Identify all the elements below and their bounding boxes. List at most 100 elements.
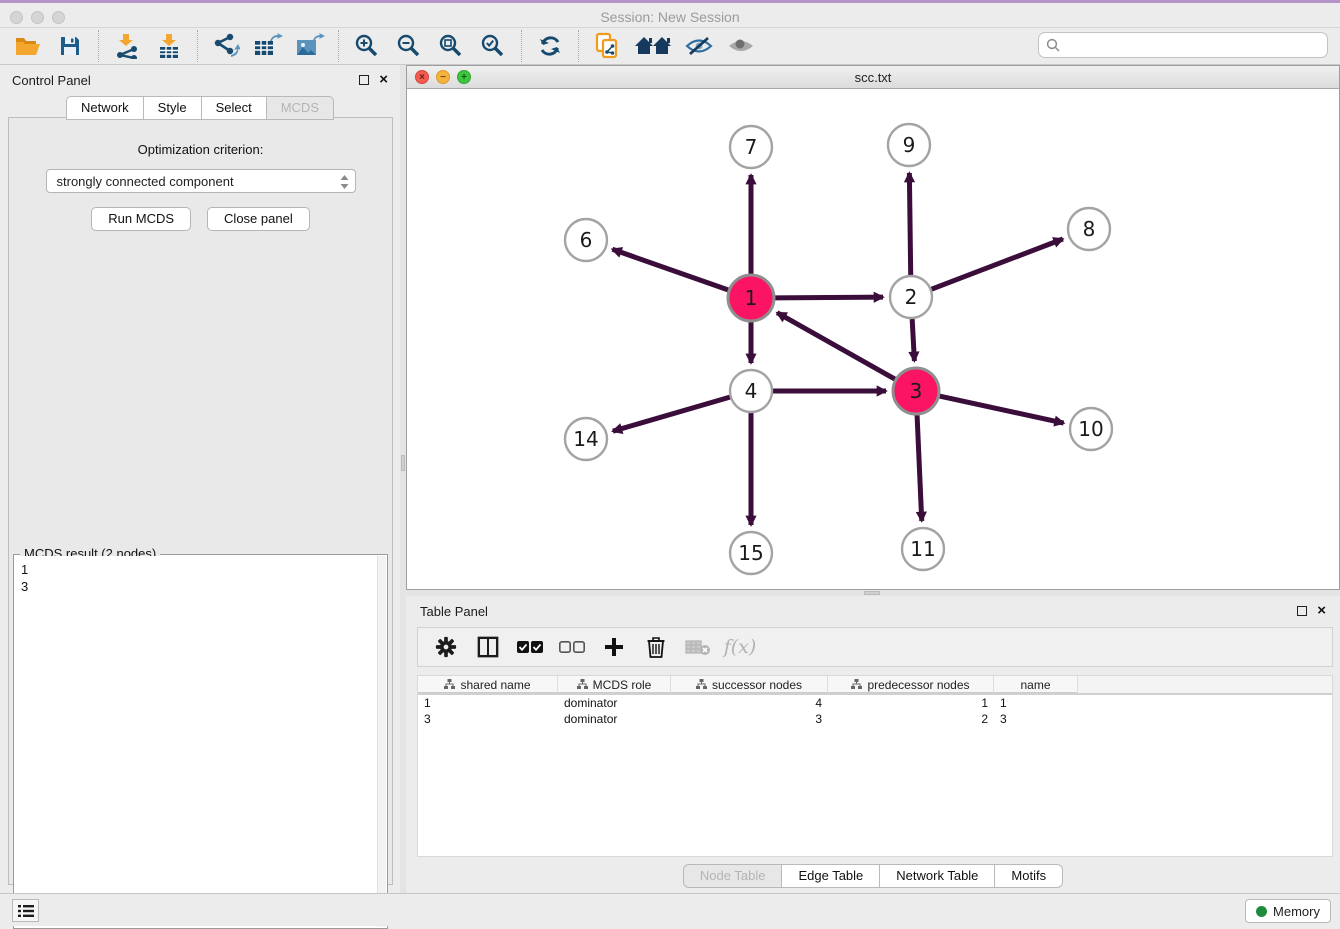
splitter-grip[interactable]	[864, 591, 880, 595]
graph-edge-4-14[interactable]	[613, 397, 730, 431]
memory-label: Memory	[1273, 904, 1320, 919]
graph-edge-1-2[interactable]	[775, 297, 883, 298]
tab-style[interactable]: Style	[144, 96, 202, 120]
apply-layout-icon[interactable]	[534, 31, 566, 61]
cell-successor-nodes[interactable]: 3	[671, 711, 828, 727]
zoom-out-icon[interactable]	[393, 31, 425, 61]
control-panel-title: Control Panel	[12, 73, 91, 88]
cell-predecessor-nodes[interactable]: 1	[828, 695, 994, 711]
mcds-result-list[interactable]: 1 3	[15, 556, 377, 927]
close-table-panel-icon[interactable]: ×	[1317, 606, 1326, 616]
tab-mcds[interactable]: MCDS	[267, 96, 334, 120]
dropdown-stepper-icon	[339, 174, 350, 190]
export-image-icon[interactable]	[294, 31, 326, 61]
window-title: Session: New Session	[0, 9, 1340, 25]
graph-edge-3-10[interactable]	[939, 396, 1063, 423]
zoom-in-icon[interactable]	[351, 31, 383, 61]
tab-network-table[interactable]: Network Table	[880, 864, 995, 888]
column-header-successor-nodes[interactable]: successor nodes	[671, 676, 828, 693]
table-row[interactable]: 1 dominator 4 1 1	[418, 695, 1332, 711]
cell-name[interactable]: 3	[994, 711, 1078, 727]
unselect-all-columns-icon[interactable]	[558, 633, 586, 661]
export-table-icon[interactable]	[252, 31, 284, 61]
criterion-dropdown[interactable]: strongly connected component	[46, 169, 356, 193]
cell-successor-nodes[interactable]: 4	[671, 695, 828, 711]
graph-edge-1-6[interactable]	[612, 249, 728, 290]
tab-motifs[interactable]: Motifs	[995, 864, 1063, 888]
task-history-button[interactable]	[12, 899, 39, 922]
tab-node-table[interactable]: Node Table	[683, 864, 783, 888]
graph-node-label-7: 7	[745, 135, 758, 159]
mcds-result-scrollbar[interactable]	[377, 556, 386, 927]
network-canvas[interactable]: 7968124314101511	[407, 89, 1339, 589]
graph-edge-2-8[interactable]	[932, 239, 1063, 289]
search-field[interactable]	[1038, 32, 1328, 58]
network-window-titlebar[interactable]: × − + scc.txt	[407, 66, 1339, 89]
zoom-fit-icon[interactable]	[435, 31, 467, 61]
function-builder-icon[interactable]: f(x)	[726, 633, 754, 661]
close-panel-button[interactable]: Close panel	[207, 207, 310, 231]
float-panel-icon[interactable]	[359, 75, 369, 85]
column-header-name[interactable]: name	[994, 676, 1078, 693]
control-panel: Control Panel × Network Style Select MCD…	[0, 65, 400, 893]
cell-name[interactable]: 1	[994, 695, 1078, 711]
column-type-icon	[696, 679, 707, 690]
graph-edge-3-1[interactable]	[777, 313, 895, 379]
column-header-predecessor-nodes[interactable]: predecessor nodes	[828, 676, 994, 693]
table-row[interactable]: 3 dominator 3 2 3	[418, 711, 1332, 727]
memory-status-icon	[1256, 906, 1267, 917]
import-table-icon[interactable]	[153, 31, 185, 61]
table-settings-gear-icon[interactable]	[432, 633, 460, 661]
column-header-shared-name[interactable]: shared name	[418, 676, 558, 693]
node-table: shared name MCDS role successor nodes pr…	[417, 675, 1333, 857]
show-eye-icon[interactable]	[725, 31, 757, 61]
delete-column-trash-icon[interactable]	[642, 633, 670, 661]
tab-network[interactable]: Network	[66, 96, 144, 120]
float-table-panel-icon[interactable]	[1297, 606, 1307, 616]
cell-shared-name[interactable]: 3	[418, 711, 558, 727]
cell-mcds-role[interactable]: dominator	[558, 695, 671, 711]
cell-mcds-role[interactable]: dominator	[558, 711, 671, 727]
delete-table-icon[interactable]	[684, 633, 712, 661]
mcds-result-groupbox: MCDS result (2 nodes) 1 3	[13, 554, 388, 929]
open-session-icon[interactable]	[12, 31, 44, 61]
search-icon	[1046, 38, 1060, 52]
memory-button[interactable]: Memory	[1245, 899, 1331, 923]
graph-edge-2-3[interactable]	[912, 319, 914, 361]
graph-node-label-11: 11	[910, 537, 935, 561]
tab-select[interactable]: Select	[202, 96, 267, 120]
cell-shared-name[interactable]: 1	[418, 695, 558, 711]
column-header-mcds-role[interactable]: MCDS role	[558, 676, 671, 693]
zoom-selected-icon[interactable]	[477, 31, 509, 61]
save-session-icon[interactable]	[54, 31, 86, 61]
control-panel-tabs: Network Style Select MCDS	[0, 96, 400, 120]
graph-node-label-15: 15	[738, 541, 763, 565]
graph-edge-3-11[interactable]	[917, 415, 922, 521]
graph[interactable]: 7968124314101511	[407, 89, 1339, 589]
run-mcds-button[interactable]: Run MCDS	[91, 207, 191, 231]
tab-edge-table[interactable]: Edge Table	[782, 864, 880, 888]
cell-predecessor-nodes[interactable]: 2	[828, 711, 994, 727]
import-network-icon[interactable]	[111, 31, 143, 61]
table-tabs: Node Table Edge Table Network Table Moti…	[406, 864, 1340, 888]
graph-node-label-4: 4	[745, 379, 758, 403]
graph-node-label-3: 3	[910, 379, 923, 403]
select-all-columns-icon[interactable]	[516, 633, 544, 661]
graph-node-label-14: 14	[573, 427, 598, 451]
show-column-selector-icon[interactable]	[474, 633, 502, 661]
close-panel-icon[interactable]: ×	[379, 75, 388, 85]
export-network-icon[interactable]	[210, 31, 242, 61]
network-from-file-icon[interactable]	[591, 31, 623, 61]
mcds-tab-content: Optimization criterion: strongly connect…	[8, 117, 393, 885]
search-input[interactable]	[1065, 35, 1327, 55]
hide-eye-icon[interactable]	[683, 31, 715, 61]
graph-edge-2-9[interactable]	[909, 173, 910, 275]
splitter-grip[interactable]	[401, 455, 405, 471]
home-icon[interactable]	[633, 31, 673, 61]
create-column-plus-icon[interactable]	[600, 633, 628, 661]
graph-node-label-1: 1	[745, 286, 758, 310]
graph-node-label-8: 8	[1083, 217, 1096, 241]
list-icon	[18, 904, 34, 918]
titlebar: Session: New Session	[0, 0, 1340, 28]
graph-node-label-2: 2	[905, 285, 918, 309]
